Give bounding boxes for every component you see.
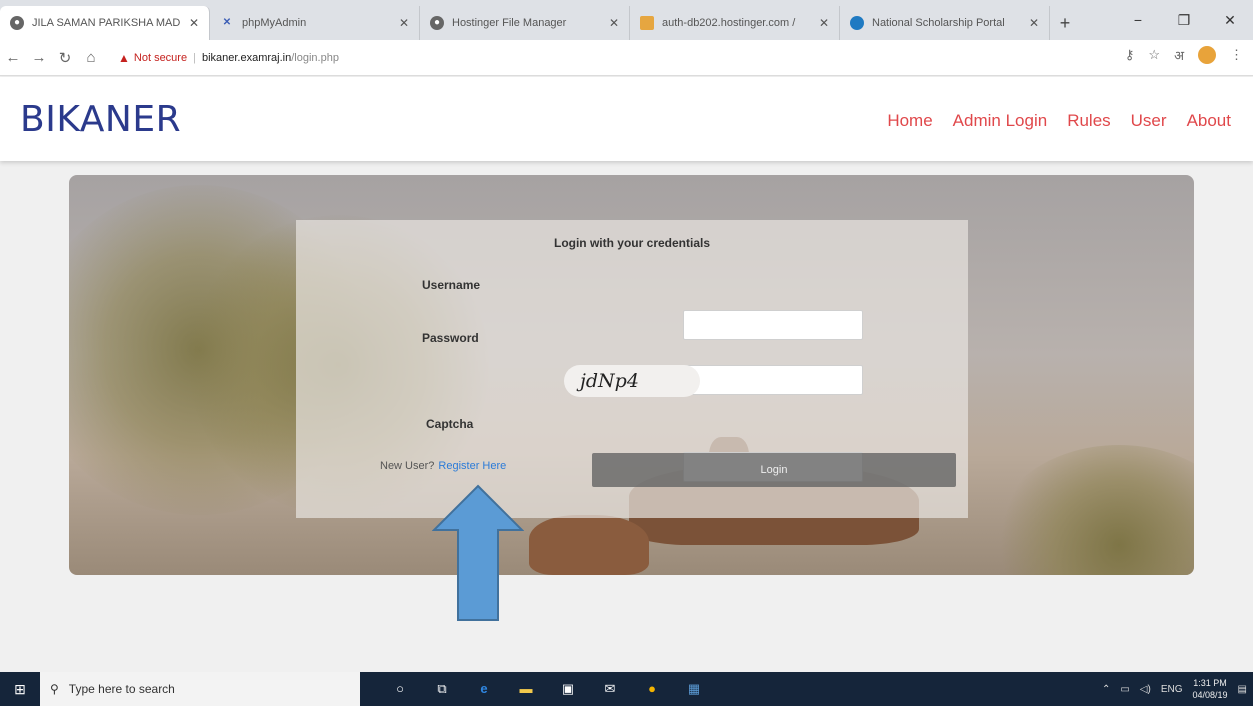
back-icon[interactable]: ← [0,49,26,66]
close-icon[interactable]: ✕ [1029,16,1039,30]
windows-taskbar: ⊞ ⚲ Type here to search ○ ⧉ e ▬ ▣ ✉ ● ▦ … [0,672,1253,706]
tab-title: phpMyAdmin [242,17,307,29]
url-host: bikaner.examraj.in [201,52,292,64]
store-icon[interactable]: ▣ [558,679,578,699]
clock-time: 1:31 PM [1193,678,1227,688]
new-tab-button[interactable]: + [1050,6,1080,40]
tab-title: JILA SAMAN PARIKSHA MAD [32,17,181,29]
search-icon: ⚲ [50,682,59,696]
address-bar: ← → ↻ ⌂ ▲ Not secure | bikaner.examraj.i… [0,40,1253,76]
new-user-text: New User? [380,460,435,472]
portal-icon [850,16,864,30]
globe-icon: ● [430,16,444,30]
network-icon[interactable]: ▭ [1120,684,1129,695]
close-icon[interactable]: ✕ [819,16,829,30]
captcha-label: Captcha [426,417,474,431]
annotation-arrow [432,484,524,621]
tab-title: auth-db202.hostinger.com / [662,17,796,29]
reload-icon[interactable]: ↻ [52,49,78,67]
forward-icon[interactable]: → [26,49,52,66]
site-brand[interactable]: BIKANER [20,99,181,140]
browser-tab[interactable]: National Scholarship Portal ✕ [840,6,1050,40]
clock-date: 04/08/19 [1192,690,1228,700]
tab-title: Hostinger File Manager [452,17,567,29]
search-placeholder: Type here to search [68,682,175,696]
windows-start-icon[interactable]: ⊞ [0,681,40,698]
browser-tab[interactable]: auth-db202.hostinger.com / ✕ [630,6,840,40]
password-label: Password [422,331,479,345]
word-icon[interactable]: ▦ [684,679,704,699]
clock[interactable]: 1:31 PM 04/08/19 [1193,677,1228,701]
tab-title: National Scholarship Portal [872,17,1005,29]
hero-banner: Login with your credentials Username Pas… [69,175,1194,575]
close-icon[interactable]: ✕ [609,16,619,30]
login-title: Login with your credentials [553,236,711,250]
captcha-image: jdNp4 [564,365,700,397]
taskbar-apps: ○ ⧉ e ▬ ▣ ✉ ● ▦ [390,679,704,699]
security-label: Not secure [133,52,188,64]
taskbar-search-input[interactable]: ⚲ Type here to search [40,672,360,706]
home-icon[interactable]: ⌂ [78,49,104,66]
login-button[interactable]: Login [592,453,956,487]
camel-image [529,515,649,575]
register-link[interactable]: Register Here [438,460,506,472]
warning-icon: ▲ [118,51,130,65]
database-icon [640,16,654,30]
mail-icon[interactable]: ✉ [600,679,620,699]
separator: | [193,52,196,64]
menu-icon[interactable]: ⋮ [1230,47,1243,63]
tree-image [989,445,1194,575]
chevron-up-icon[interactable]: ⌃ [1102,684,1110,695]
cortana-icon[interactable]: ○ [390,679,410,699]
nav-rules[interactable]: Rules [1067,111,1110,131]
url-path: /login.php [291,52,339,64]
username-label: Username [422,278,481,292]
url-input[interactable]: ▲ Not secure | bikaner.examraj.in/login.… [118,46,1078,70]
edge-icon[interactable]: e [474,679,494,699]
task-view-icon[interactable]: ⧉ [432,679,452,699]
toolbar-right: ⚷ ☆ अ ⋮ [1125,46,1243,64]
browser-tab[interactable]: ● Hostinger File Manager ✕ [420,6,630,40]
close-icon[interactable]: ✕ [189,16,199,30]
volume-icon[interactable]: ◁) [1140,684,1151,695]
browser-tab[interactable]: ✕ phpMyAdmin ✕ [210,6,420,40]
nav-home[interactable]: Home [887,111,932,131]
login-form: Login with your credentials Username Pas… [296,220,968,518]
system-tray: ⌃ ▭ ◁) ENG 1:31 PM 04/08/19 ▤ [1102,672,1247,706]
language-indicator[interactable]: ENG [1161,684,1183,695]
key-icon[interactable]: ⚷ [1125,47,1135,63]
chrome-icon[interactable]: ● [642,679,662,699]
new-user-prompt: New User? Register Here [380,460,506,472]
maximize-icon[interactable]: ❐ [1161,0,1207,40]
window-controls: − ❐ ✕ [1115,0,1253,40]
close-icon[interactable]: ✕ [399,16,409,30]
file-explorer-icon[interactable]: ▬ [516,679,536,699]
site-nav: Home Admin Login Rules User About [887,111,1231,131]
browser-tab[interactable]: ● JILA SAMAN PARIKSHA MAD ✕ [0,6,210,40]
close-window-icon[interactable]: ✕ [1207,0,1253,40]
profile-avatar[interactable] [1198,46,1216,64]
translate-icon[interactable]: अ [1174,46,1184,64]
minimize-icon[interactable]: − [1115,0,1161,40]
browser-tab-strip: ● JILA SAMAN PARIKSHA MAD ✕ ✕ phpMyAdmin… [0,0,1253,40]
phpmyadmin-icon: ✕ [222,17,232,28]
username-input[interactable] [683,310,863,340]
password-input[interactable] [683,365,863,395]
nav-about[interactable]: About [1187,111,1231,131]
site-header: BIKANER Home Admin Login Rules User Abou… [0,77,1253,161]
globe-icon: ● [10,16,24,30]
nav-admin-login[interactable]: Admin Login [953,111,1048,131]
star-icon[interactable]: ☆ [1148,47,1160,63]
nav-user[interactable]: User [1131,111,1167,131]
notification-icon[interactable]: ▤ [1238,684,1247,695]
